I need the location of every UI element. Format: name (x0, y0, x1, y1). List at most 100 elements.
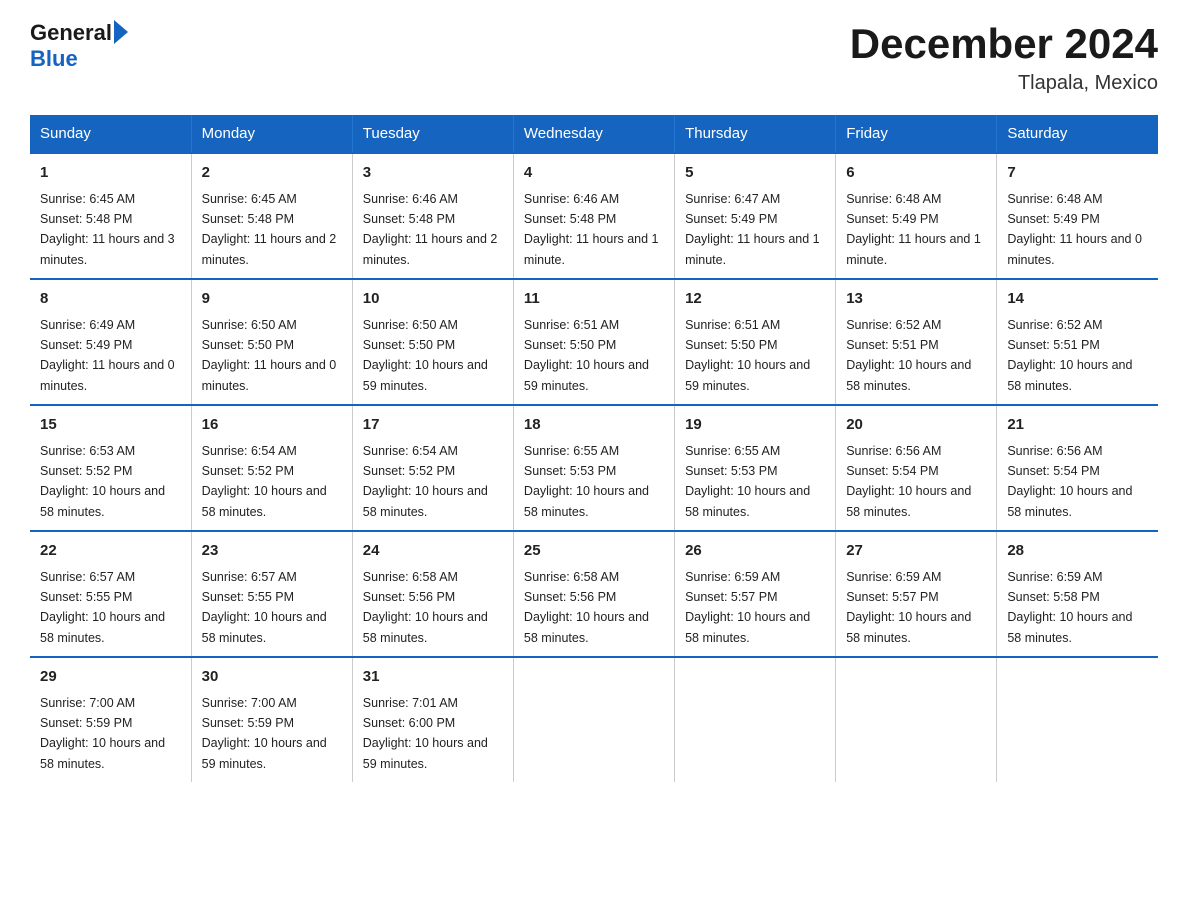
calendar-cell: 2 Sunrise: 6:45 AMSunset: 5:48 PMDayligh… (191, 153, 352, 279)
calendar-cell: 3 Sunrise: 6:46 AMSunset: 5:48 PMDayligh… (352, 153, 513, 279)
calendar-cell: 20 Sunrise: 6:56 AMSunset: 5:54 PMDaylig… (836, 405, 997, 531)
day-info: Sunrise: 6:59 AMSunset: 5:57 PMDaylight:… (846, 570, 971, 645)
day-number: 19 (685, 414, 825, 437)
day-info: Sunrise: 6:48 AMSunset: 5:49 PMDaylight:… (1007, 192, 1142, 267)
calendar-cell: 14 Sunrise: 6:52 AMSunset: 5:51 PMDaylig… (997, 279, 1158, 405)
calendar-cell (513, 657, 674, 782)
day-info: Sunrise: 7:01 AMSunset: 6:00 PMDaylight:… (363, 696, 488, 771)
day-number: 18 (524, 414, 664, 437)
calendar-cell: 30 Sunrise: 7:00 AMSunset: 5:59 PMDaylig… (191, 657, 352, 782)
calendar-week-row: 1 Sunrise: 6:45 AMSunset: 5:48 PMDayligh… (30, 153, 1158, 279)
calendar-cell: 23 Sunrise: 6:57 AMSunset: 5:55 PMDaylig… (191, 531, 352, 657)
calendar-week-row: 15 Sunrise: 6:53 AMSunset: 5:52 PMDaylig… (30, 405, 1158, 531)
calendar-cell: 12 Sunrise: 6:51 AMSunset: 5:50 PMDaylig… (675, 279, 836, 405)
day-number: 2 (202, 162, 342, 185)
calendar-cell: 9 Sunrise: 6:50 AMSunset: 5:50 PMDayligh… (191, 279, 352, 405)
calendar-cell: 28 Sunrise: 6:59 AMSunset: 5:58 PMDaylig… (997, 531, 1158, 657)
day-of-week-header: Sunday (30, 115, 191, 153)
day-info: Sunrise: 6:46 AMSunset: 5:48 PMDaylight:… (363, 192, 498, 267)
day-info: Sunrise: 6:45 AMSunset: 5:48 PMDaylight:… (202, 192, 337, 267)
day-info: Sunrise: 6:45 AMSunset: 5:48 PMDaylight:… (40, 192, 175, 267)
day-info: Sunrise: 6:49 AMSunset: 5:49 PMDaylight:… (40, 318, 175, 393)
day-info: Sunrise: 6:54 AMSunset: 5:52 PMDaylight:… (202, 444, 327, 519)
day-number: 16 (202, 414, 342, 437)
day-info: Sunrise: 7:00 AMSunset: 5:59 PMDaylight:… (202, 696, 327, 771)
day-number: 7 (1007, 162, 1148, 185)
day-number: 15 (40, 414, 181, 437)
day-info: Sunrise: 6:52 AMSunset: 5:51 PMDaylight:… (846, 318, 971, 393)
calendar-week-row: 29 Sunrise: 7:00 AMSunset: 5:59 PMDaylig… (30, 657, 1158, 782)
calendar-cell: 21 Sunrise: 6:56 AMSunset: 5:54 PMDaylig… (997, 405, 1158, 531)
day-of-week-header: Wednesday (513, 115, 674, 153)
calendar-cell: 26 Sunrise: 6:59 AMSunset: 5:57 PMDaylig… (675, 531, 836, 657)
day-number: 30 (202, 666, 342, 689)
calendar-cell: 10 Sunrise: 6:50 AMSunset: 5:50 PMDaylig… (352, 279, 513, 405)
page-subtitle: Tlapala, Mexico (850, 72, 1158, 95)
day-info: Sunrise: 6:58 AMSunset: 5:56 PMDaylight:… (363, 570, 488, 645)
day-number: 1 (40, 162, 181, 185)
calendar-cell: 22 Sunrise: 6:57 AMSunset: 5:55 PMDaylig… (30, 531, 191, 657)
day-of-week-header: Monday (191, 115, 352, 153)
day-number: 22 (40, 540, 181, 563)
day-number: 8 (40, 288, 181, 311)
day-number: 24 (363, 540, 503, 563)
day-info: Sunrise: 6:58 AMSunset: 5:56 PMDaylight:… (524, 570, 649, 645)
day-info: Sunrise: 6:47 AMSunset: 5:49 PMDaylight:… (685, 192, 820, 267)
calendar-cell: 16 Sunrise: 6:54 AMSunset: 5:52 PMDaylig… (191, 405, 352, 531)
page-title: December 2024 (850, 20, 1158, 68)
calendar-cell: 13 Sunrise: 6:52 AMSunset: 5:51 PMDaylig… (836, 279, 997, 405)
day-number: 29 (40, 666, 181, 689)
day-info: Sunrise: 6:56 AMSunset: 5:54 PMDaylight:… (846, 444, 971, 519)
day-of-week-header: Tuesday (352, 115, 513, 153)
calendar-cell: 31 Sunrise: 7:01 AMSunset: 6:00 PMDaylig… (352, 657, 513, 782)
calendar-cell: 25 Sunrise: 6:58 AMSunset: 5:56 PMDaylig… (513, 531, 674, 657)
day-number: 25 (524, 540, 664, 563)
day-info: Sunrise: 7:00 AMSunset: 5:59 PMDaylight:… (40, 696, 165, 771)
logo-arrow-icon (114, 20, 128, 44)
day-info: Sunrise: 6:48 AMSunset: 5:49 PMDaylight:… (846, 192, 981, 267)
calendar-cell: 8 Sunrise: 6:49 AMSunset: 5:49 PMDayligh… (30, 279, 191, 405)
day-number: 13 (846, 288, 986, 311)
day-info: Sunrise: 6:52 AMSunset: 5:51 PMDaylight:… (1007, 318, 1132, 393)
calendar-cell: 24 Sunrise: 6:58 AMSunset: 5:56 PMDaylig… (352, 531, 513, 657)
day-info: Sunrise: 6:59 AMSunset: 5:58 PMDaylight:… (1007, 570, 1132, 645)
day-info: Sunrise: 6:50 AMSunset: 5:50 PMDaylight:… (363, 318, 488, 393)
calendar-cell: 18 Sunrise: 6:55 AMSunset: 5:53 PMDaylig… (513, 405, 674, 531)
calendar-cell: 4 Sunrise: 6:46 AMSunset: 5:48 PMDayligh… (513, 153, 674, 279)
day-number: 12 (685, 288, 825, 311)
calendar-week-row: 22 Sunrise: 6:57 AMSunset: 5:55 PMDaylig… (30, 531, 1158, 657)
day-info: Sunrise: 6:50 AMSunset: 5:50 PMDaylight:… (202, 318, 337, 393)
day-number: 27 (846, 540, 986, 563)
day-number: 14 (1007, 288, 1148, 311)
calendar-cell: 7 Sunrise: 6:48 AMSunset: 5:49 PMDayligh… (997, 153, 1158, 279)
day-of-week-header: Friday (836, 115, 997, 153)
calendar-cell: 5 Sunrise: 6:47 AMSunset: 5:49 PMDayligh… (675, 153, 836, 279)
calendar-cell: 11 Sunrise: 6:51 AMSunset: 5:50 PMDaylig… (513, 279, 674, 405)
calendar-cell: 6 Sunrise: 6:48 AMSunset: 5:49 PMDayligh… (836, 153, 997, 279)
calendar-header-row: SundayMondayTuesdayWednesdayThursdayFrid… (30, 115, 1158, 153)
day-info: Sunrise: 6:46 AMSunset: 5:48 PMDaylight:… (524, 192, 659, 267)
day-number: 6 (846, 162, 986, 185)
day-of-week-header: Thursday (675, 115, 836, 153)
day-info: Sunrise: 6:55 AMSunset: 5:53 PMDaylight:… (685, 444, 810, 519)
calendar-cell (836, 657, 997, 782)
logo: General Blue (30, 20, 128, 72)
day-info: Sunrise: 6:59 AMSunset: 5:57 PMDaylight:… (685, 570, 810, 645)
day-number: 4 (524, 162, 664, 185)
day-number: 10 (363, 288, 503, 311)
calendar-cell: 29 Sunrise: 7:00 AMSunset: 5:59 PMDaylig… (30, 657, 191, 782)
calendar-cell: 27 Sunrise: 6:59 AMSunset: 5:57 PMDaylig… (836, 531, 997, 657)
calendar-cell: 1 Sunrise: 6:45 AMSunset: 5:48 PMDayligh… (30, 153, 191, 279)
day-info: Sunrise: 6:51 AMSunset: 5:50 PMDaylight:… (524, 318, 649, 393)
calendar-week-row: 8 Sunrise: 6:49 AMSunset: 5:49 PMDayligh… (30, 279, 1158, 405)
day-number: 21 (1007, 414, 1148, 437)
calendar-cell: 17 Sunrise: 6:54 AMSunset: 5:52 PMDaylig… (352, 405, 513, 531)
day-info: Sunrise: 6:57 AMSunset: 5:55 PMDaylight:… (202, 570, 327, 645)
day-number: 31 (363, 666, 503, 689)
calendar-cell: 15 Sunrise: 6:53 AMSunset: 5:52 PMDaylig… (30, 405, 191, 531)
day-info: Sunrise: 6:56 AMSunset: 5:54 PMDaylight:… (1007, 444, 1132, 519)
calendar-cell (675, 657, 836, 782)
day-info: Sunrise: 6:57 AMSunset: 5:55 PMDaylight:… (40, 570, 165, 645)
logo-blue-text: Blue (30, 46, 128, 72)
day-number: 17 (363, 414, 503, 437)
